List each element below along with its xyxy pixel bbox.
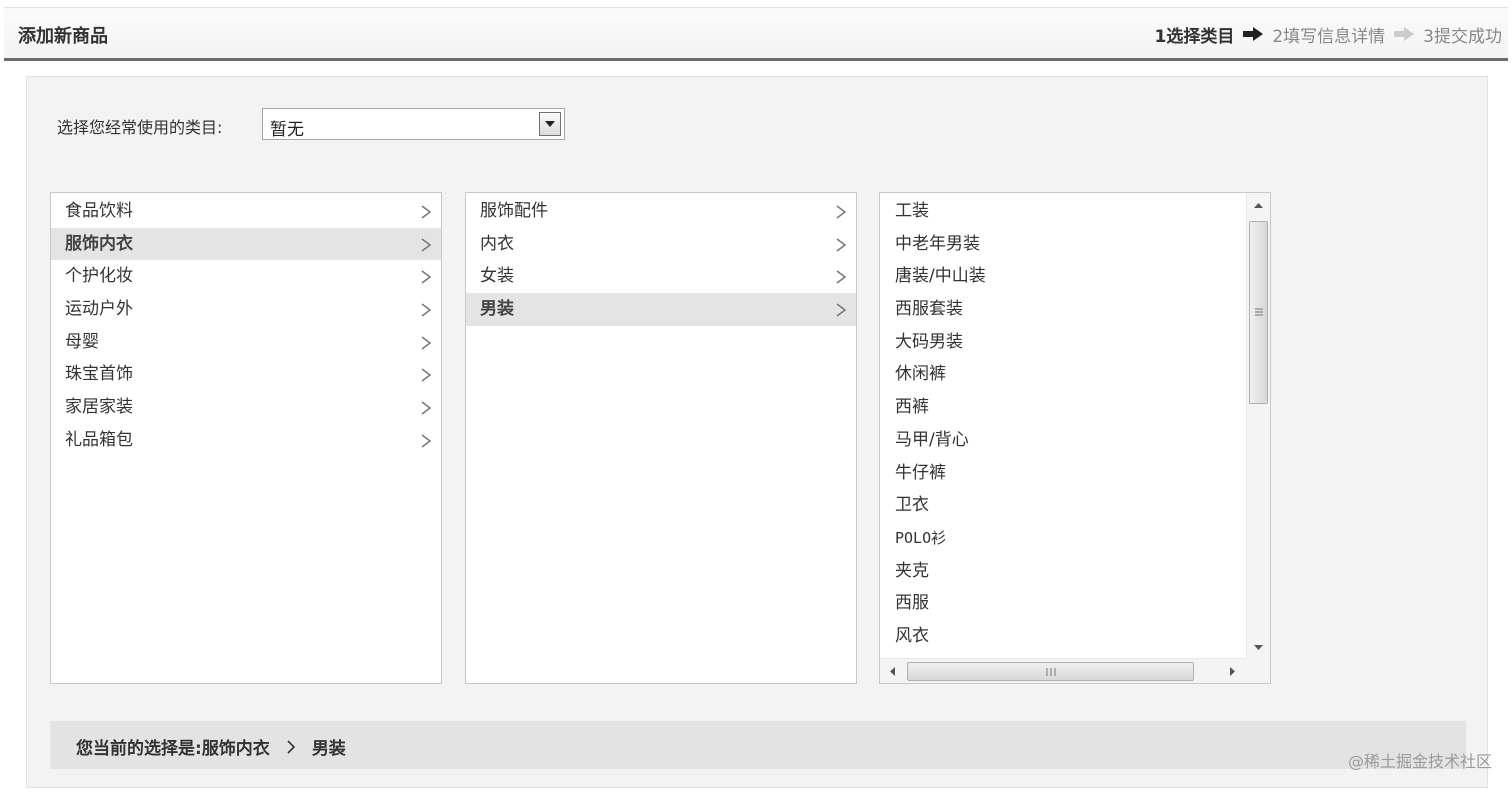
arrow-right-icon (1242, 26, 1264, 42)
category-item[interactable]: 卫衣 (880, 489, 1246, 522)
category-item[interactable]: 家居家装 (51, 391, 441, 424)
page-header: 添加新商品 1选择类目 2填写信息详情 3提交成功 (4, 7, 1508, 61)
chevron-right-icon (421, 434, 432, 448)
category-item[interactable]: 西服 (880, 587, 1246, 620)
horizontal-scrollbar[interactable] (880, 658, 1270, 683)
category-item[interactable]: 服饰配件 (466, 195, 856, 228)
chevron-right-icon (421, 270, 432, 284)
category-item[interactable]: 母婴 (51, 326, 441, 359)
chevron-right-icon (836, 303, 847, 317)
step-1: 1选择类目 (1154, 26, 1235, 47)
vertical-scroll-thumb[interactable] (1249, 221, 1268, 404)
chevron-right-icon (836, 205, 847, 219)
chevron-right-icon (421, 368, 432, 383)
current-selection-bar: 您当前的选择是: 服饰内衣 男装 (50, 721, 1466, 769)
current-selection-level2: 男装 (311, 739, 346, 759)
dropdown-arrow-icon[interactable] (539, 112, 561, 136)
category-item-selected[interactable]: 服饰内衣 (51, 227, 441, 261)
page-title: 添加新商品 (18, 26, 108, 47)
chevron-right-icon (836, 238, 847, 252)
category-item[interactable]: 牛仔裤 (880, 457, 1246, 490)
watermark: @稀土掘金技术社区 (1347, 752, 1492, 771)
scroll-right-icon[interactable] (1222, 661, 1242, 681)
category-item[interactable]: 唐装/中山装 (880, 260, 1246, 293)
category-item[interactable]: 工装 (880, 195, 1246, 228)
chevron-right-icon (836, 270, 847, 284)
category-list-level2: 服饰配件 内衣 女装 男装 (465, 192, 857, 684)
category-item[interactable]: 运动户外 (51, 293, 441, 326)
common-category-value: 暂无 (270, 120, 304, 140)
category-item[interactable]: 西服套装 (880, 293, 1246, 326)
scroll-down-icon[interactable] (1247, 637, 1270, 657)
category-item[interactable]: 食品饮料 (51, 195, 441, 228)
arrow-right-icon (1393, 26, 1415, 42)
category-item[interactable]: 内衣 (466, 228, 856, 261)
chevron-right-icon (421, 205, 432, 219)
category-item[interactable]: 夹克 (880, 555, 1246, 588)
current-selection-label: 您当前的选择是: (76, 739, 202, 759)
category-item[interactable]: 西裤 (880, 391, 1246, 424)
scrollbar-corner (1246, 658, 1270, 683)
scroll-left-icon[interactable] (882, 661, 902, 681)
horizontal-scroll-thumb[interactable] (907, 662, 1194, 681)
step-3: 3提交成功 (1423, 26, 1502, 47)
current-selection-level1: 服饰内衣 (201, 739, 270, 759)
category-item[interactable]: 风衣 (880, 620, 1246, 653)
category-item[interactable]: 马甲/背心 (880, 424, 1246, 457)
category-list-level1: 食品饮料 服饰内衣 个护化妆 运动户外 母婴 珠宝首饰 家居家装 礼品箱包 (50, 192, 442, 684)
common-category-label: 选择您经常使用的类目: (57, 118, 223, 137)
category-item[interactable]: 个护化妆 (51, 260, 441, 293)
category-item[interactable]: 珠宝首饰 (51, 358, 441, 391)
category-item[interactable]: POLO衫 (880, 522, 1246, 555)
step-indicator: 1选择类目 2填写信息详情 3提交成功 (1154, 22, 1503, 47)
step-2: 2填写信息详情 (1272, 26, 1386, 47)
category-item[interactable]: 礼品箱包 (51, 424, 441, 457)
chevron-right-icon (421, 336, 432, 350)
category-item[interactable]: 女装 (466, 260, 856, 293)
chevron-right-icon (286, 739, 296, 754)
scroll-up-icon[interactable] (1247, 195, 1270, 215)
level3-items: 工装 中老年男装 唐装/中山装 西服套装 大码男装 休闲裤 西裤 马甲/背心 牛… (880, 195, 1246, 657)
chevron-right-icon (421, 238, 432, 252)
category-list-level3: 工装 中老年男装 唐装/中山装 西服套装 大码男装 休闲裤 西裤 马甲/背心 牛… (879, 192, 1271, 684)
category-item[interactable]: 中老年男装 (880, 228, 1246, 261)
vertical-scrollbar[interactable] (1246, 193, 1270, 659)
common-category-select[interactable]: 暂无 (262, 108, 565, 140)
category-item[interactable]: 大码男装 (880, 326, 1246, 359)
category-item-selected[interactable]: 男装 (466, 293, 856, 326)
category-item[interactable]: 休闲裤 (880, 358, 1246, 391)
chevron-right-icon (421, 401, 432, 415)
current-selection: 您当前的选择是: 服饰内衣 男装 (76, 734, 346, 759)
chevron-right-icon (421, 303, 432, 317)
